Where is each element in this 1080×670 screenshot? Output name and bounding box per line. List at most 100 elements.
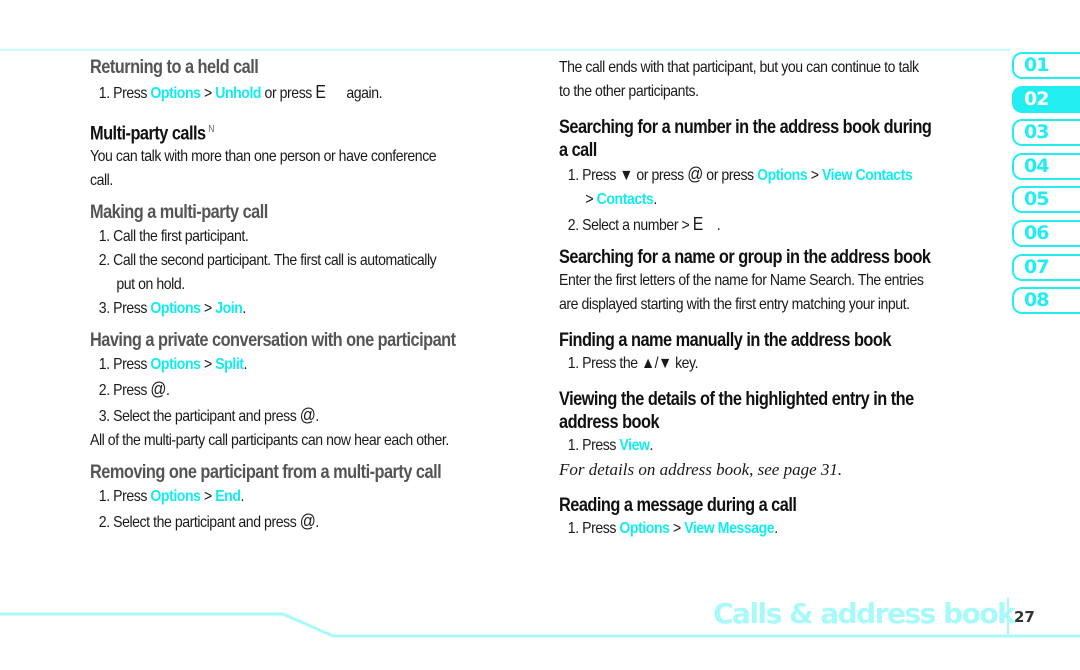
end-menu-ref: End [215,488,241,506]
options-menu-ref: Options [150,356,201,374]
confirm-key-icon: @ [687,164,703,184]
section-heading: Having a private conversation with one p… [90,330,456,352]
options-menu-ref: Options [150,488,201,506]
body-text: Enter the first letters of the name for … [559,272,924,289]
section-viewing-details: Viewing the details of the highlighted e… [559,388,999,482]
step-2: 2. Call the second participant. The firs… [98,252,437,270]
step-text: 1. Press [567,437,620,454]
section-heading: Removing one participant from a multi-pa… [90,462,442,484]
step-text: . [240,488,245,506]
step-3: 3. Select the participant and press @. [90,403,477,429]
chapter-tab-03[interactable]: 03 [1012,119,1080,147]
step-1: 1. Press Options > End. [90,485,477,509]
step-text: 3. Select the participant and press [98,408,300,426]
step-text: or press [702,167,758,184]
step-1: 1. Press Options > View Message. [559,517,946,541]
separator: > [669,520,685,537]
body-text: call. [90,172,113,190]
view-menu-ref: View [619,437,650,454]
chapter-tab-05[interactable]: 05 [1012,186,1080,214]
send-key-icon: E [692,214,704,234]
chapter-tab-07[interactable]: 07 [1012,253,1080,281]
step-text: . [242,300,246,318]
chapter-tab-04[interactable]: 04 [1012,152,1080,180]
confirm-key-icon: @ [299,511,316,532]
options-menu-ref: Options [150,300,201,318]
step-2-continued: put on hold. [116,276,185,294]
step-text: . [315,514,319,532]
section-heading-continued: address book [559,412,660,433]
body-text: are displayed starting with the first en… [559,296,910,313]
step-text: 1. Press [98,488,151,506]
chapter-tabs: 01 02 03 04 05 06 07 08 [1012,52,1080,321]
step-text: . [774,520,778,537]
step-text: 1. Press [98,356,151,374]
right-column: The call ends with that participant, but… [559,56,999,541]
chapter-tab-01[interactable]: 01 [1012,52,1080,79]
confirm-key-icon: @ [299,405,316,426]
step-text: again. [325,85,383,102]
step-text: . [315,408,319,426]
contacts-menu-ref: Contacts [596,191,654,208]
options-menu-ref: Options [150,85,201,102]
section-making-multi-party-call: Making a multi-party call 1. Call the fi… [90,201,530,321]
step-number: 1. [98,85,110,102]
step-text: Press [113,85,151,102]
step-text: 2. Press [98,382,151,400]
up-down-arrow-keys-icon: ▲/▼ [641,355,672,372]
section-searching-name: Searching for a name or group in the add… [559,246,999,317]
down-arrow-key-icon: ▼ [619,167,633,184]
step-text: key. [671,355,699,372]
step-1: 1. Press View. [559,434,946,458]
step-text: . [649,437,653,454]
section-heading: Making a multi-party call [90,202,268,224]
options-menu-ref: Options [757,167,808,184]
step-text: 1. Press [567,520,620,537]
section-heading: Returning to a held call [90,57,259,78]
section-heading-continued: a call [559,140,597,161]
section-heading: Searching for a number in the address bo… [559,117,932,138]
separator: > [807,167,822,184]
step-text: . [702,217,721,234]
top-rule [0,49,1010,51]
section-title: Calls & address book [713,597,1016,630]
chapter-tab-06[interactable]: 06 [1012,219,1080,247]
step-text: 2. Select a number > [567,217,693,234]
step-text: 3. Press [98,300,151,318]
chapter-tab-08[interactable]: 08 [1012,287,1080,315]
view-message-menu-ref: View Message [684,520,775,537]
section-heading: Viewing the details of the highlighted e… [559,389,914,410]
step-text: . [166,382,170,400]
cross-reference-note: For details on address book, see page 31… [559,460,843,479]
split-menu-ref: Split [215,356,244,374]
chapter-tab-02[interactable]: 02 [1012,85,1080,113]
body-text: The call ends with that participant, but… [559,59,919,76]
section-searching-number: Searching for a number in the address bo… [559,116,999,238]
separator: > [200,356,216,374]
heading-text: Multi-party calls [90,123,206,145]
join-menu-ref: Join [215,300,243,318]
step-text: or press [261,85,316,102]
step-1: 1. Call the first participant. [98,228,249,246]
network-service-icon: N [208,124,214,135]
section-reading-message: Reading a message during a call 1. Press… [559,494,999,541]
step-1: 1. Press Options > Unhold or press E aga… [90,80,477,106]
footer-divider [1007,598,1009,636]
note-text: All of the multi-party call participants… [90,432,449,450]
separator: > [200,85,216,102]
view-contacts-menu-ref: View Contacts [821,167,913,184]
step-2: 2. Select a number > E . [559,212,946,238]
section-multi-party-calls: Multi-party calls N You can talk with mor… [90,118,530,193]
confirm-key-icon: @ [150,379,167,400]
step-1: 1. Press ▼ or press @ or press Options >… [559,162,946,188]
separator: > [200,488,216,506]
step-text: 2. Select the participant and press [98,514,300,532]
section-heading: Searching for a name or group in the add… [559,247,931,268]
section-removing-participant: Removing one participant from a multi-pa… [90,461,530,535]
step-1-continued: > Contacts. [559,188,946,212]
left-column: Returning to a held call 1. Press Option… [90,56,530,535]
section-heading: Reading a message during a call [559,495,797,516]
separator: > [200,300,216,318]
unhold-menu-ref: Unhold [215,85,262,102]
body-text: You can talk with more than one person o… [90,148,437,166]
